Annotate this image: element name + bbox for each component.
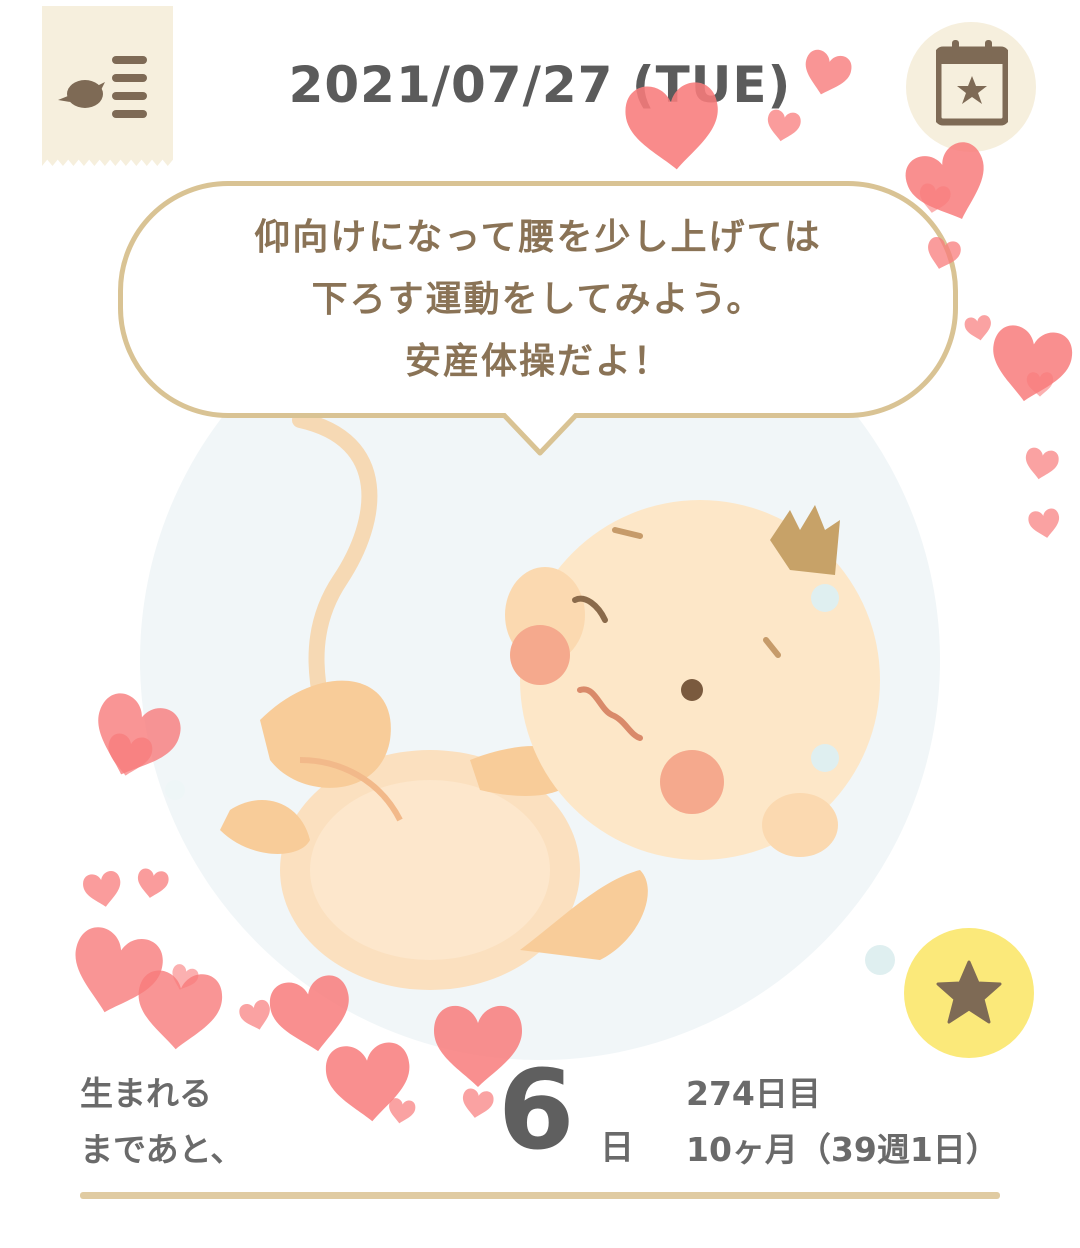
days-unit: 日 [600,1128,634,1168]
favorite-star-button[interactable] [904,928,1034,1058]
pregnancy-stats: 274日目 10ヶ月（39週1日） [686,1066,999,1178]
countdown-label-line: まであと、 [80,1130,244,1169]
months-weeks: 10ヶ月（39週1日） [686,1130,999,1169]
message-bubble: 仰向けになって腰を少し上げては 下ろす運動をしてみよう。 安産体操だよ！ [118,181,958,418]
message-text: 仰向けになって腰を少し上げては 下ろす運動をしてみよう。 安産体操だよ！ [254,207,821,393]
countdown-label: 生まれる まであと、 [80,1066,243,1178]
countdown-label-line: 生まれる [80,1074,212,1113]
message-line: 下ろす運動をしてみよう。 [311,278,765,320]
message-line: 仰向けになって腰を少し上げては [254,216,822,258]
bubble-tail [500,413,580,456]
star-icon [936,960,1002,1024]
days-remaining: 6 [498,1046,575,1174]
message-line: 安産体操だよ！ [404,340,671,382]
day-count: 274日目 [686,1074,821,1113]
